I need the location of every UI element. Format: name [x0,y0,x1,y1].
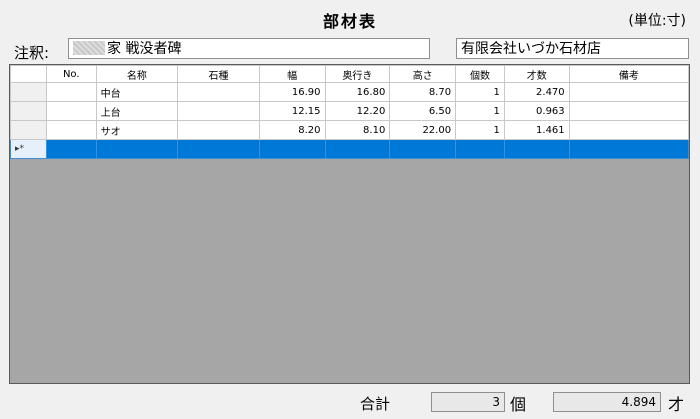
col-header-width[interactable]: 幅 [258,65,326,83]
cell-qty[interactable]: 1 [455,101,505,121]
unit-label: (単位:寸) [628,13,686,29]
header-row: No. 名称 石種 幅 奥行き 高さ 個数 才数 備考 [10,65,689,83]
cell-width[interactable]: 8.20 [258,120,326,140]
new-cell[interactable] [324,139,391,159]
new-cell[interactable] [389,139,457,159]
row-selector[interactable] [10,82,47,102]
cell-no[interactable] [45,101,97,121]
cell-stone[interactable] [177,120,260,140]
count-unit: 個 [510,395,527,414]
new-cell[interactable] [45,139,97,159]
cell-stone[interactable] [177,101,260,121]
new-cell[interactable] [258,139,326,159]
row-selector[interactable] [10,120,47,140]
col-header-sai[interactable]: 才数 [503,65,570,83]
parts-table: No. 名称 石種 幅 奥行き 高さ 個数 才数 備考 中台 16.90 16.… [10,65,689,159]
new-row-marker-icon[interactable]: ▸* [10,139,47,159]
note-field[interactable]: 家 戦没者碑 [68,38,430,59]
parts-grid[interactable]: No. 名称 石種 幅 奥行き 高さ 個数 才数 備考 中台 16.90 16.… [9,64,690,384]
cell-sai[interactable]: 1.461 [503,120,570,140]
total-count-field: 3 [431,392,505,412]
col-header-name[interactable]: 名称 [95,65,179,83]
shop-name-field[interactable]: 有限会社いづか石材店 [456,38,689,59]
cell-sai[interactable]: 0.963 [503,101,570,121]
col-header-no[interactable]: No. [45,65,97,83]
col-header-remarks[interactable]: 備考 [568,65,689,83]
cell-height[interactable]: 8.70 [389,82,457,102]
table-row[interactable]: 中台 16.90 16.80 8.70 1 2.470 [10,82,689,102]
col-header-stone[interactable]: 石種 [177,65,260,83]
cell-name[interactable]: サオ [95,120,179,140]
new-cell[interactable] [177,139,260,159]
col-header-height[interactable]: 高さ [389,65,457,83]
cell-remarks[interactable] [568,82,689,102]
col-header-selector[interactable] [10,65,47,83]
new-cell[interactable] [568,139,689,159]
cell-depth[interactable]: 16.80 [324,82,391,102]
cell-sai[interactable]: 2.470 [503,82,570,102]
cell-depth[interactable]: 12.20 [324,101,391,121]
total-sai-field: 4.894 [553,392,661,412]
redacted-name [73,41,105,55]
cell-stone[interactable] [177,82,260,102]
new-cell[interactable] [95,139,179,159]
cell-no[interactable] [45,120,97,140]
total-label: 合計 [360,395,391,413]
col-header-depth[interactable]: 奥行き [324,65,391,83]
col-header-qty[interactable]: 個数 [455,65,505,83]
cell-height[interactable]: 6.50 [389,101,457,121]
new-row[interactable]: ▸* [10,139,689,159]
table-row[interactable]: サオ 8.20 8.10 22.00 1 1.461 [10,120,689,140]
new-cell[interactable] [455,139,505,159]
cell-no[interactable] [45,82,97,102]
cell-width[interactable]: 12.15 [258,101,326,121]
cell-name[interactable]: 中台 [95,82,179,102]
cell-qty[interactable]: 1 [455,120,505,140]
form-title: 部材表 [322,12,377,31]
table-row[interactable]: 上台 12.15 12.20 6.50 1 0.963 [10,101,689,121]
cell-height[interactable]: 22.00 [389,120,457,140]
note-value: 家 戦没者碑 [107,41,182,57]
sai-unit: 才 [668,395,685,414]
cell-remarks[interactable] [568,120,689,140]
note-label: 注釈: [14,44,50,62]
cell-remarks[interactable] [568,101,689,121]
cell-name[interactable]: 上台 [95,101,179,121]
row-selector[interactable] [10,101,47,121]
cell-width[interactable]: 16.90 [258,82,326,102]
cell-qty[interactable]: 1 [455,82,505,102]
cell-depth[interactable]: 8.10 [324,120,391,140]
new-cell[interactable] [503,139,570,159]
